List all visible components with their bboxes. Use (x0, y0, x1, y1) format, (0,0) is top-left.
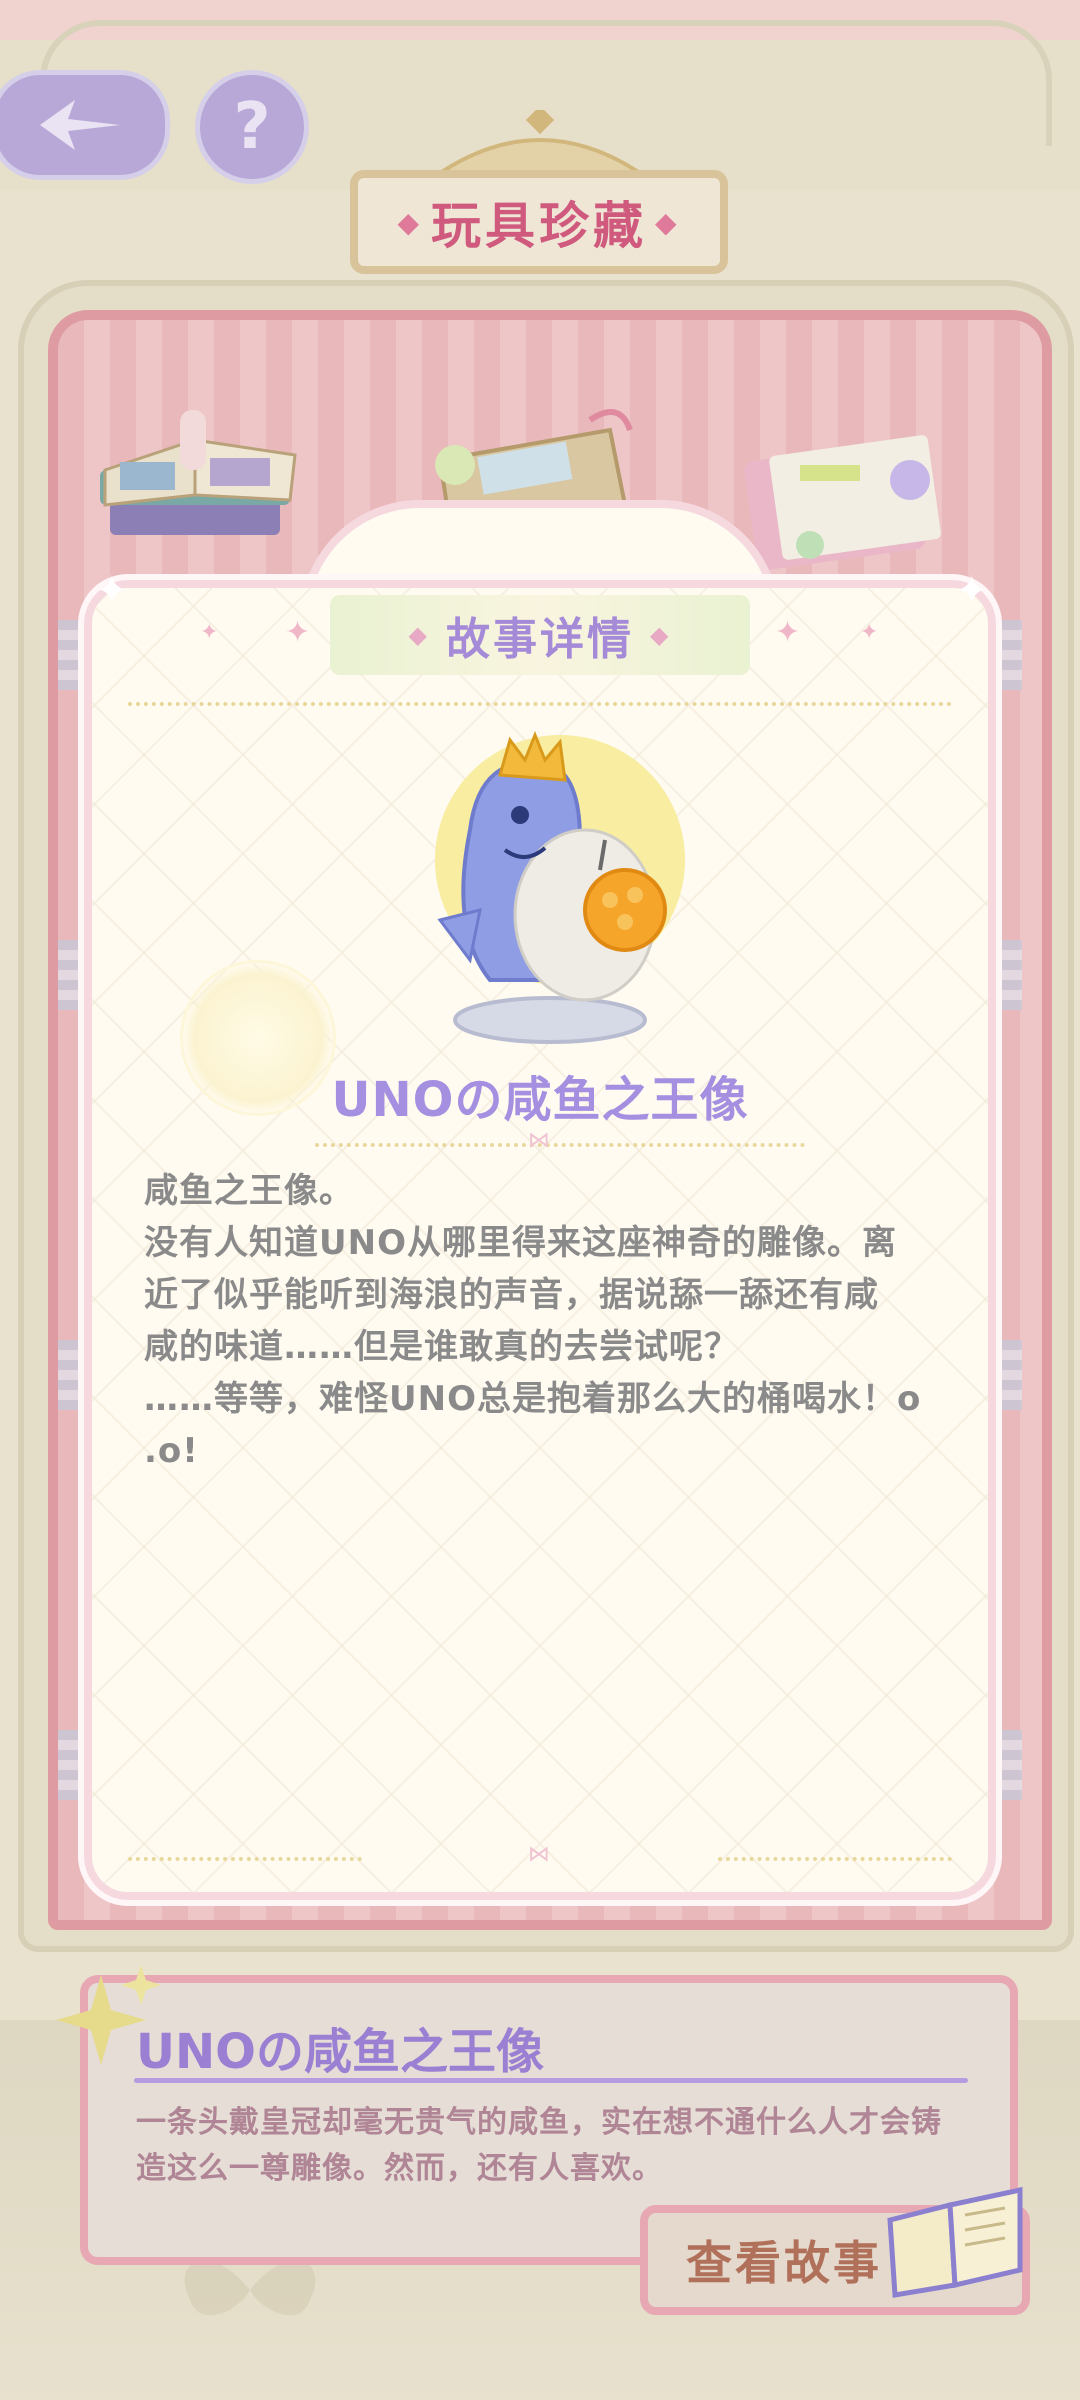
divider (718, 1857, 952, 1861)
sparkle-icon: ✦ (860, 620, 879, 645)
salted-fish-king-statue-image (435, 730, 685, 1044)
storybook-toy-icon[interactable] (90, 400, 310, 550)
info-panel-title: UNOの咸鱼之王像 (136, 2024, 544, 2080)
back-arrow-icon (40, 100, 120, 150)
story-description: 咸鱼之王像。 没有人知道UNO从哪里得来这座神奇的雕像。离 近了似乎能听到海浪的… (144, 1171, 922, 1471)
page-title: ◆ 玩具珍藏 ◆ (350, 170, 728, 274)
bow-icon: ⋈ (528, 1842, 550, 1867)
open-book-icon (887, 2186, 1023, 2298)
back-button[interactable] (0, 70, 170, 180)
notebook-toy-icon[interactable] (740, 420, 960, 570)
divider (128, 702, 952, 706)
story-detail-header: ◆ 故事详情 ◆ (330, 595, 750, 675)
help-button[interactable]: ? (195, 70, 309, 184)
sparkle-icon: ✦ (775, 615, 801, 650)
page-title-text: 玩具珍藏 (431, 197, 647, 255)
help-label: ? (233, 90, 271, 164)
divider (315, 1143, 805, 1147)
bow-icon: ⋈ (528, 1128, 550, 1153)
info-panel-underline (134, 2078, 968, 2083)
item-title: UNOの咸鱼之王像 (331, 1072, 749, 1128)
divider (128, 1857, 362, 1861)
story-detail-header-text: 故事详情 (446, 614, 634, 665)
sparkle-icon: ✦ (200, 620, 219, 645)
sparkle-icon: ✦ (285, 615, 311, 650)
sparkle-icon: ✦ (95, 568, 129, 614)
sparkle-icon: ✦ (955, 568, 989, 614)
view-story-label: 查看故事 (686, 2236, 882, 2290)
info-panel-description: 一条头戴皇冠却毫无贵气的咸鱼，实在想不通什么人才会铸造这么一尊雕像。然而，还有人… (136, 2105, 942, 2186)
